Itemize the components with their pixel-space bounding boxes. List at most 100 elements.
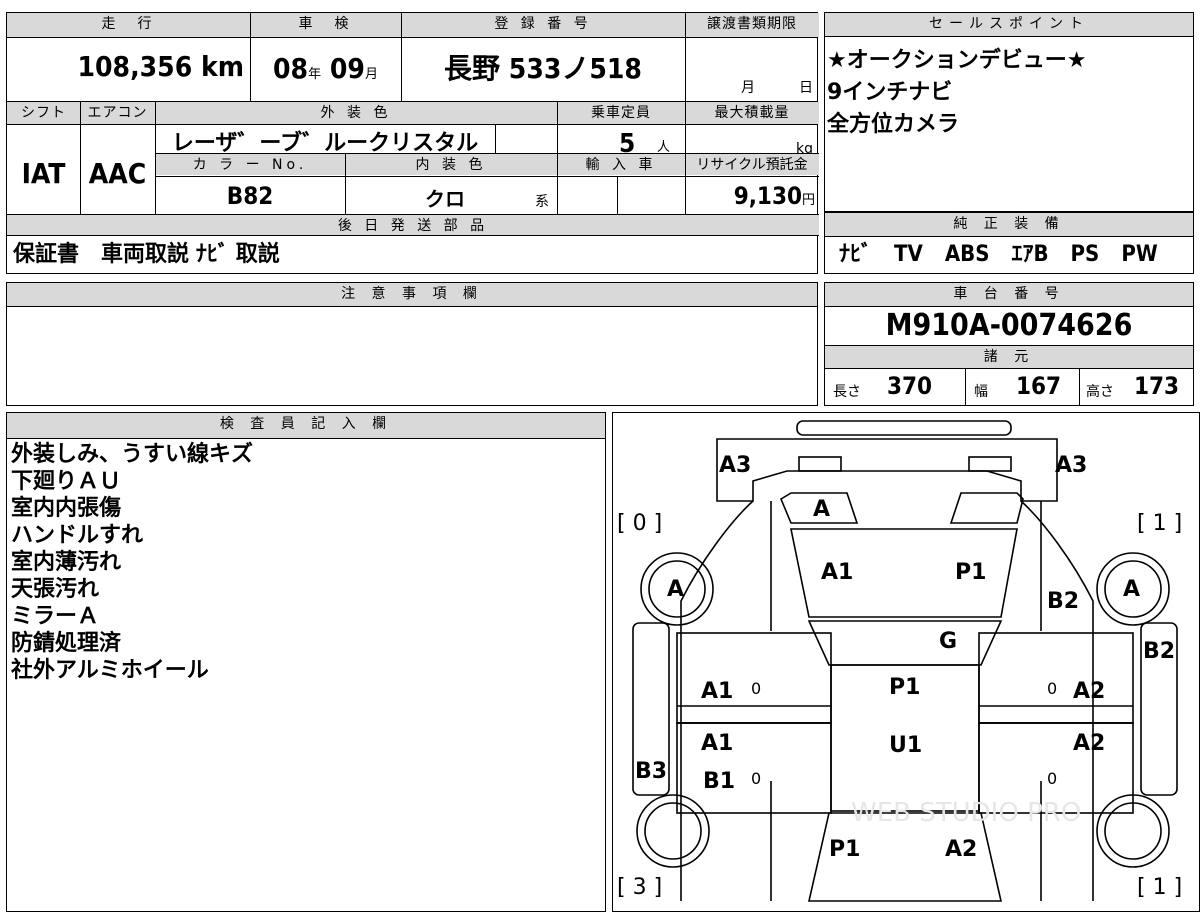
inspector-line-8: 防錆処理済 (11, 631, 122, 656)
length-value: 370 (887, 372, 933, 400)
mileage-unit: km (201, 50, 244, 83)
mark-roof-u1: U1 (889, 733, 923, 758)
color-no-label: カ ラ ー No. (155, 153, 345, 175)
sales-point-panel: セールスポイント ★オークションデビュー★ 9インチナビ 全方位カメラ (824, 12, 1194, 212)
tread-rr: 0 (1047, 769, 1058, 788)
vehicle-summary-table: 走 行 車 検 登 録 番 号 譲渡書類期限 108,356 km 08年 09… (6, 12, 819, 274)
mark-tire-fl: A (667, 577, 685, 602)
mark-fender-r: B2 (1047, 589, 1080, 614)
later-parts-value: 保証書 車両取説 ﾅﾋﾞ 取説 (13, 242, 280, 267)
mark-door-fl: A1 (701, 679, 734, 704)
width-label: 幅 (974, 384, 988, 400)
mark-door-rr: A2 (1073, 731, 1106, 756)
bracket-rear-right: [ 1 ] (1137, 875, 1183, 900)
bracket-front-right: [ 1 ] (1137, 511, 1183, 536)
recycle-deposit-value: 9,130円 (685, 176, 819, 213)
interior-color-text: クロ (425, 187, 465, 211)
registration-label: 登 録 番 号 (401, 13, 685, 37)
chassis-number: M910A-0074626 (885, 308, 1133, 343)
mark-rear-a2: A2 (945, 837, 978, 862)
inspector-line-5: 室内薄汚れ (11, 550, 122, 575)
mileage-value: 108,356 km (7, 39, 250, 99)
registration-value: 長野 533ノ518 (444, 52, 642, 85)
inspection-month-unit: 月 (364, 67, 378, 82)
height-value: 173 (1134, 372, 1180, 400)
equipment-panel: 純 正 装 備 ﾅﾋﾞ TV ABS ｴｱB PS PW (824, 212, 1194, 274)
later-parts-label: 後 日 発 送 部 品 (7, 214, 819, 236)
bracket-front-left: [ 0 ] (617, 511, 663, 536)
length-label: 長さ (833, 384, 861, 400)
inspection-label: 車 検 (250, 13, 401, 37)
chassis-label: 車 台 番 号 (825, 283, 1193, 307)
exterior-color-label: 外 装 色 (155, 102, 557, 124)
transfer-deadline-value: 月 日 (685, 39, 819, 99)
sales-point-line-3: 全方位カメラ (827, 112, 960, 137)
recycle-unit: 円 (801, 193, 815, 208)
recycle-deposit-label: リサイクル預託金 (685, 153, 819, 175)
mark-tire-fr: A (1123, 577, 1141, 602)
interior-color-label: 内 装 色 (345, 153, 557, 175)
inspector-line-4: ハンドルすれ (11, 523, 144, 548)
shift-label: シフト (7, 102, 80, 124)
sales-point-line-1: ★オークションデビュー★ (827, 48, 1087, 73)
inspector-line-6: 天張汚れ (11, 577, 100, 602)
inspection-month: 09 (329, 52, 365, 85)
recycle-amount: 9,130 (733, 182, 802, 210)
bracket-rear-left: [ 3 ] (617, 875, 663, 900)
inspector-line-7: ミラーＡ (11, 604, 100, 629)
inspector-panel: 検 査 員 記 入 欄 外装しみ、うすい線キズ 下廻りＡＵ 室内内張傷 ハンドル… (6, 412, 606, 912)
mark-windshield-left: A1 (821, 560, 854, 585)
inspector-label: 検 査 員 記 入 欄 (7, 413, 605, 439)
inspector-line-1: 外装しみ、うすい線キズ (11, 442, 254, 467)
max-load-label: 最大積載量 (685, 102, 819, 124)
tread-fl: 0 (751, 679, 762, 698)
height-label: 高さ (1086, 384, 1114, 400)
mark-windshield-right: P1 (955, 560, 987, 585)
transfer-day-unit: 日 (799, 80, 813, 96)
mark-side-r: B2 (1143, 639, 1176, 664)
mark-door-fr: A2 (1073, 679, 1106, 704)
equipment-value: ﾅﾋﾞ TV ABS ｴｱB PS PW (839, 242, 1158, 267)
mark-sill-l: B3 (635, 759, 668, 784)
color-no-value: B82 (155, 176, 345, 213)
aircon-value: AAC (88, 157, 147, 190)
mark-a3-right: A3 (1055, 453, 1088, 478)
tread-rl: 0 (751, 769, 762, 788)
mark-rear-p1: P1 (829, 837, 861, 862)
chassis-panel: 車 台 番 号 M910A-0074626 諸 元 長さ 370 幅 167 高… (824, 282, 1194, 406)
mark-roof-g: G (939, 629, 958, 654)
damage-diagram-panel: WEB STUDIO PRO A3 A3 A A1 P1 A A B2 B2 G… (612, 412, 1200, 912)
diagram-labels: A3 A3 A A1 P1 A A B2 B2 G P1 U1 A1 A2 A1… (613, 413, 1200, 913)
inspection-value: 08年 09月 (250, 39, 401, 99)
specs-label: 諸 元 (825, 345, 1193, 369)
mileage-label: 走 行 (7, 13, 250, 37)
length-spec: 長さ 370 (825, 369, 965, 405)
tread-fr: 0 (1047, 679, 1058, 698)
inspection-year: 08 (273, 52, 309, 85)
transfer-deadline-label: 譲渡書類期限 (685, 13, 819, 37)
interior-color-value: クロ 系 (345, 176, 557, 213)
mark-hood: A (813, 497, 831, 522)
interior-color-unit: 系 (535, 194, 549, 210)
inspection-year-unit: 年 (308, 67, 322, 82)
mark-door-rl: A1 (701, 731, 734, 756)
aircon-label: エアコン (80, 102, 155, 124)
width-value: 167 (1016, 372, 1062, 400)
import-label: 輸 入 車 (557, 153, 685, 175)
transfer-month-unit: 月 (741, 80, 755, 96)
equipment-label: 純 正 装 備 (825, 213, 1193, 237)
mark-roof-p1: P1 (889, 675, 921, 700)
shift-value: IAT (21, 157, 66, 190)
sales-point-label: セールスポイント (825, 13, 1193, 37)
import-value (557, 176, 685, 213)
height-spec: 高さ 173 (1079, 369, 1193, 405)
inspector-line-2: 下廻りＡＵ (11, 469, 122, 494)
notes-label: 注 意 事 項 欄 (7, 283, 817, 307)
notes-panel: 注 意 事 項 欄 (6, 282, 818, 406)
width-spec: 幅 167 (965, 369, 1079, 405)
capacity-label: 乗車定員 (557, 102, 685, 124)
mileage-number: 108,356 (77, 50, 193, 83)
mark-a3-left: A3 (719, 453, 752, 478)
inspector-line-9: 社外アルミホイール (11, 658, 209, 683)
inspector-line-3: 室内内張傷 (11, 496, 122, 521)
